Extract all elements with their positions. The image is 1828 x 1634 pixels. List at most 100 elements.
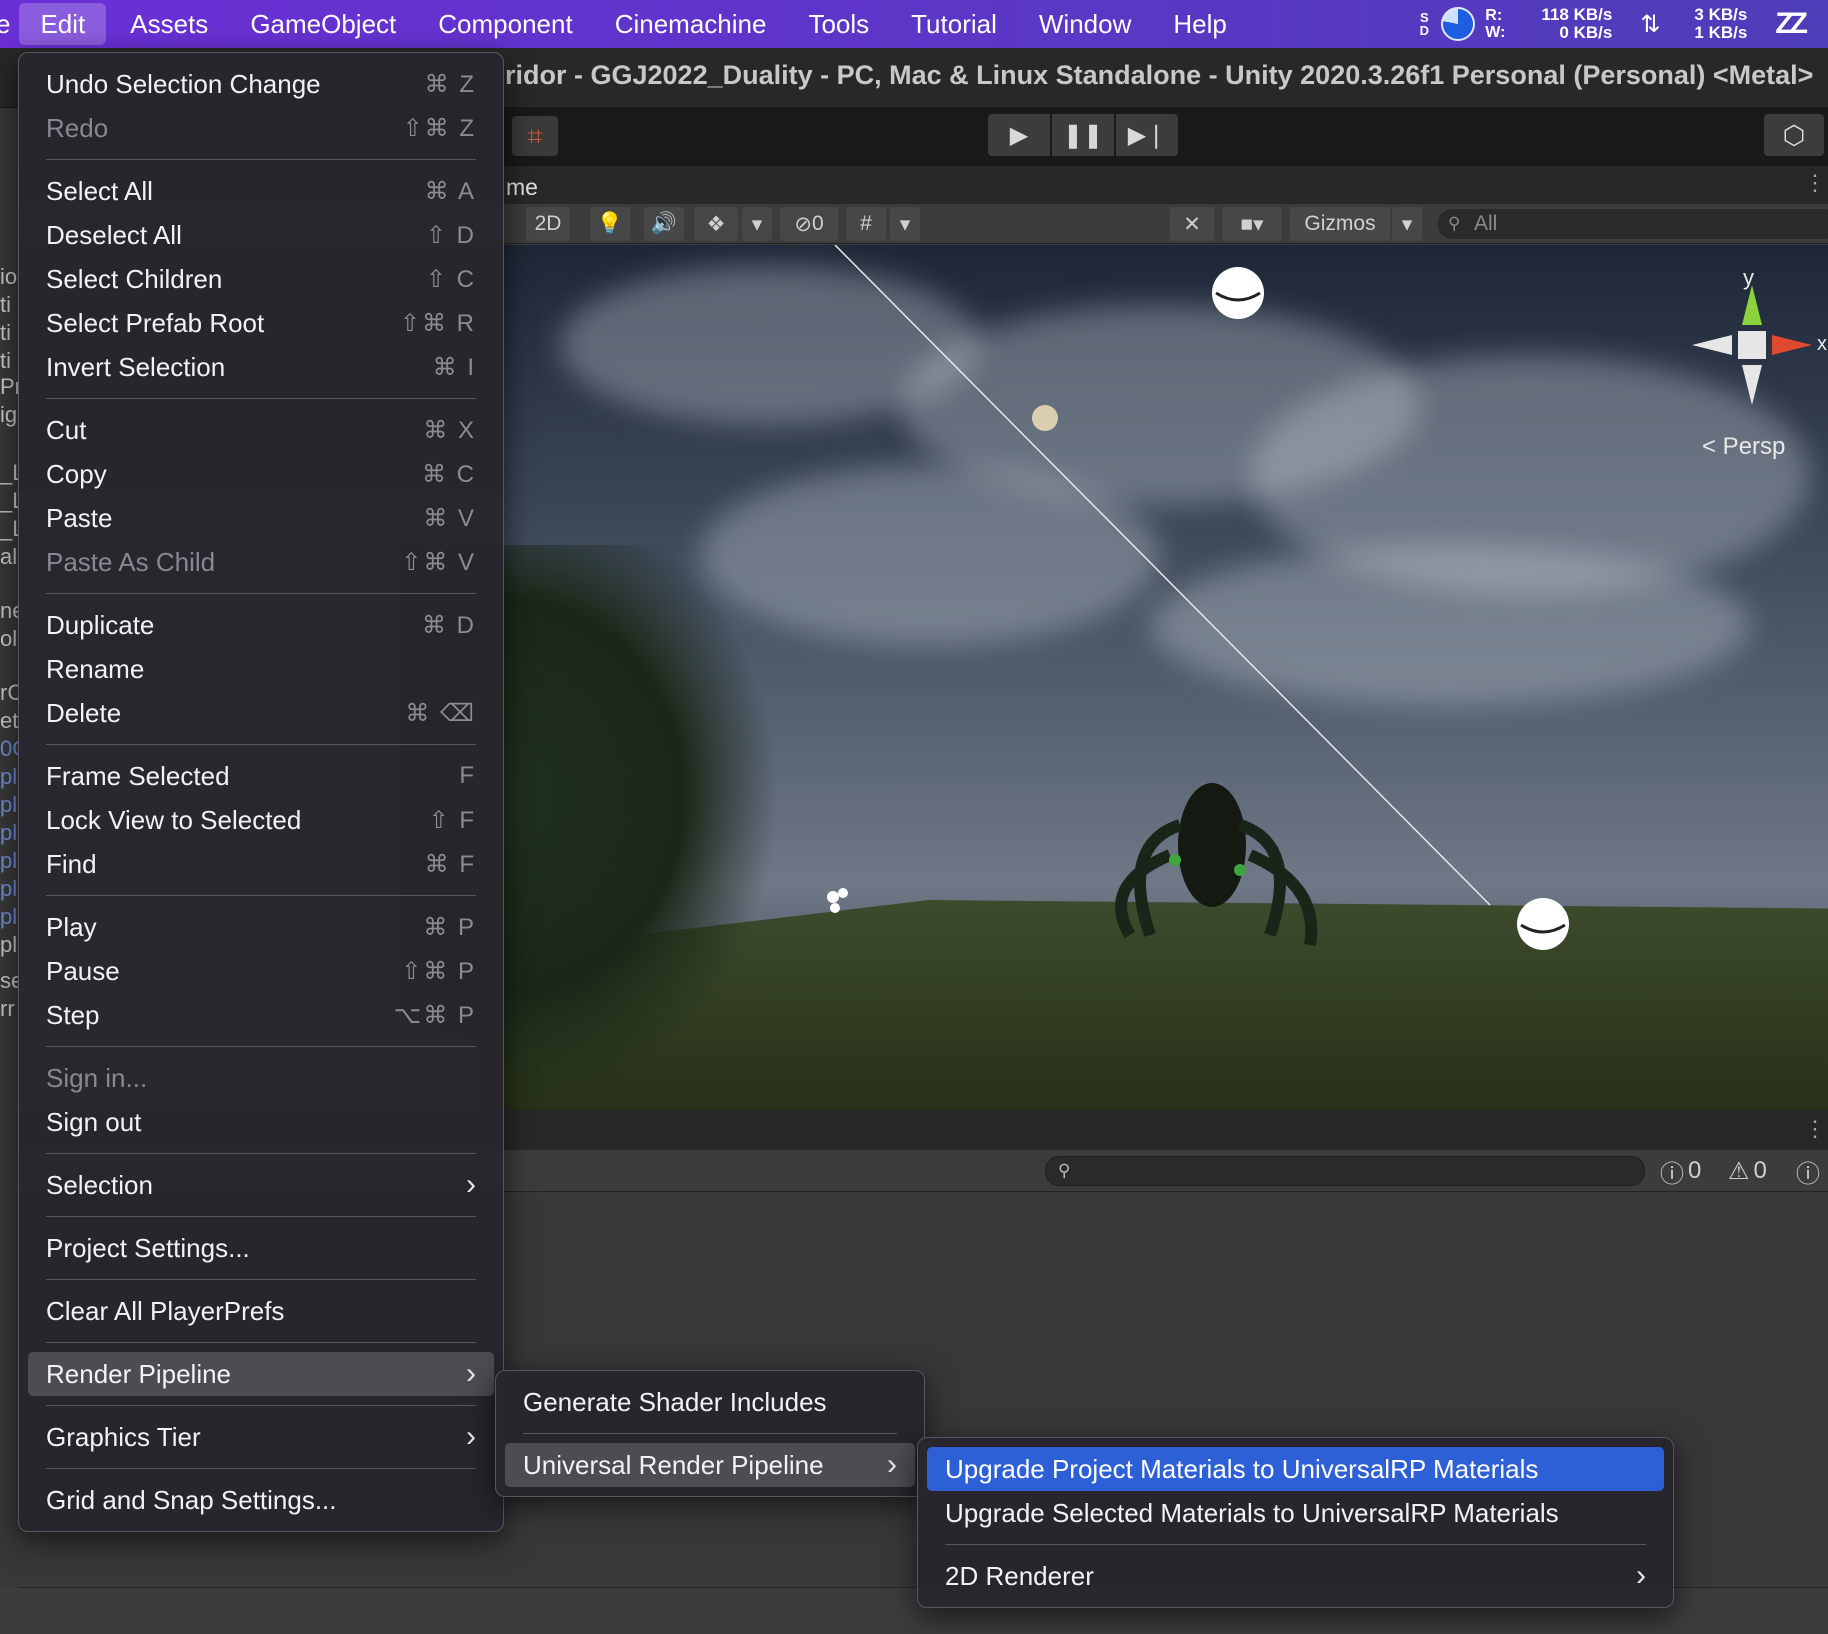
grid-dropdown-icon[interactable]: ▾: [890, 207, 920, 241]
audio-icon[interactable]: 🔊: [644, 207, 684, 241]
menu-item-invert-selection[interactable]: Invert Selection ⌘ I: [28, 345, 494, 389]
message-toggle[interactable]: ⓘ: [1796, 1156, 1820, 1188]
menu-item-undo-selection-change[interactable]: Undo Selection Change ⌘ Z: [28, 62, 494, 106]
hierarchy-item-fragment[interactable]: ig: [0, 402, 17, 428]
menu-item-project-settings[interactable]: Project Settings...: [28, 1226, 494, 1270]
hierarchy-item-fragment[interactable]: _L: [0, 516, 18, 542]
menu-item-delete[interactable]: Delete ⌘ ⌫: [28, 691, 494, 735]
error-count-toggle[interactable]: ⓘ 0: [1660, 1156, 1701, 1188]
menu-item-select-all[interactable]: Select All ⌘ A: [28, 169, 494, 213]
hierarchy-item-fragment[interactable]: io: [0, 264, 17, 290]
menu-item-deselect-all[interactable]: Deselect All ⇧ D: [28, 213, 494, 257]
hierarchy-item-fragment[interactable]: al: [0, 544, 17, 570]
menu-item-generate-shader-includes[interactable]: Generate Shader Includes: [505, 1380, 915, 1424]
menu-item-step[interactable]: Step ⌥⌘ P: [28, 993, 494, 1037]
menu-item-play[interactable]: Play ⌘ P: [28, 905, 494, 949]
menu-item-label: Redo: [46, 112, 109, 143]
shortcut-label: ⌘ P: [423, 913, 476, 941]
pause-button[interactable]: ❚❚: [1052, 114, 1114, 156]
hidden-objects-icon[interactable]: ⊘ 0: [780, 207, 838, 241]
menu-partial-file[interactable]: e: [0, 0, 16, 48]
hierarchy-item-fragment[interactable]: pl: [0, 848, 17, 874]
hierarchy-item-fragment[interactable]: pl: [0, 820, 17, 846]
menu-item-render-pipeline[interactable]: Render Pipeline ›: [28, 1352, 494, 1396]
hierarchy-item-fragment[interactable]: 0C: [0, 736, 18, 762]
lighting-icon[interactable]: 💡: [590, 207, 630, 241]
hierarchy-item-fragment[interactable]: se: [0, 968, 18, 994]
menu-cinemachine[interactable]: Cinemachine: [594, 0, 788, 48]
hierarchy-item-fragment[interactable]: pl: [0, 932, 17, 958]
grid-icon[interactable]: #: [846, 207, 886, 241]
message-icon: ⓘ: [1796, 1160, 1820, 1188]
scene-search-input[interactable]: ⚲ All: [1438, 209, 1828, 239]
menu-item-frame-selected[interactable]: Frame Selected F: [28, 754, 494, 798]
hierarchy-item-fragment[interactable]: ne: [0, 598, 18, 624]
hierarchy-item-fragment[interactable]: Pr: [0, 374, 18, 400]
hierarchy-item-fragment[interactable]: _L: [0, 460, 18, 486]
menu-tutorial[interactable]: Tutorial: [890, 0, 1018, 48]
hierarchy-item-fragment[interactable]: pl: [0, 904, 17, 930]
menu-component[interactable]: Component: [417, 0, 593, 48]
gizmos-button[interactable]: Gizmos: [1290, 207, 1390, 241]
menu-item-paste[interactable]: Paste ⌘ V: [28, 496, 494, 540]
hierarchy-item-fragment[interactable]: rr: [0, 996, 15, 1022]
menu-item-sign-out[interactable]: Sign out: [28, 1100, 494, 1144]
menu-item-grid-and-snap-settings[interactable]: Grid and Snap Settings...: [28, 1478, 494, 1522]
hierarchy-item-fragment[interactable]: rC: [0, 680, 18, 706]
menu-item-rename[interactable]: Rename: [28, 647, 494, 691]
hierarchy-item-fragment[interactable]: et: [0, 708, 18, 734]
perspective-toggle[interactable]: < Persp: [1702, 433, 1785, 461]
hierarchy-item-fragment[interactable]: _L: [0, 488, 18, 514]
menu-item-pause[interactable]: Pause ⇧⌘ P: [28, 949, 494, 993]
hierarchy-item-fragment[interactable]: ti: [0, 292, 11, 318]
hierarchy-item-fragment[interactable]: pl: [0, 876, 17, 902]
menu-help[interactable]: Help: [1152, 0, 1247, 48]
menu-item-duplicate[interactable]: Duplicate ⌘ D: [28, 603, 494, 647]
menu-tools[interactable]: Tools: [787, 0, 890, 48]
menu-edit[interactable]: Edit: [19, 3, 107, 45]
menu-assets[interactable]: Assets: [109, 0, 229, 48]
menu-item-copy[interactable]: Copy ⌘ C: [28, 452, 494, 496]
disk-rates[interactable]: 118 KB/s 0 KB/s: [1541, 6, 1612, 42]
macos-menu-bar: e Edit Assets GameObject Component Cinem…: [0, 0, 1828, 48]
network-rates[interactable]: 3 KB/s 1 KB/s: [1694, 6, 1747, 42]
warning-count-toggle[interactable]: ⚠ 0: [1728, 1156, 1767, 1186]
sleep-icon[interactable]: ZZ: [1775, 7, 1808, 41]
collab-icon[interactable]: ⬡: [1764, 114, 1824, 156]
menu-item-2d-renderer[interactable]: 2D Renderer ›: [927, 1554, 1664, 1598]
menu-item-cut[interactable]: Cut ⌘ X: [28, 408, 494, 452]
play-button[interactable]: ▶: [988, 114, 1050, 156]
menu-item-find[interactable]: Find ⌘ F: [28, 842, 494, 886]
hierarchy-item-fragment[interactable]: oll: [0, 626, 18, 652]
hierarchy-item-fragment[interactable]: ti: [0, 348, 11, 374]
console-search-input[interactable]: ⚲: [1045, 1156, 1645, 1186]
hierarchy-item-fragment[interactable]: ti: [0, 320, 11, 346]
mode-2d-toggle[interactable]: 2D: [526, 207, 570, 241]
scene-tab-label[interactable]: me: [506, 174, 538, 201]
step-button[interactable]: ▶❘: [1116, 114, 1178, 156]
tab-menu-icon[interactable]: ⋮: [1804, 170, 1826, 196]
menu-item-select-prefab-root[interactable]: Select Prefab Root ⇧⌘ R: [28, 301, 494, 345]
grid-snap-icon[interactable]: ⌗: [512, 116, 558, 156]
menu-item-upgrade-selected-materials-to-universalrp-materials[interactable]: Upgrade Selected Materials to UniversalR…: [927, 1491, 1664, 1535]
hierarchy-item-fragment[interactable]: pl: [0, 792, 17, 818]
menu-item-universal-render-pipeline[interactable]: Universal Render Pipeline ›: [505, 1443, 915, 1487]
hierarchy-item-fragment[interactable]: pl: [0, 764, 17, 790]
camera-icon[interactable]: ■▾: [1222, 207, 1282, 241]
menu-gameobject[interactable]: GameObject: [229, 0, 417, 48]
menu-item-lock-view-to-selected[interactable]: Lock View to Selected ⇧ F: [28, 798, 494, 842]
menu-item-graphics-tier[interactable]: Graphics Tier ›: [28, 1415, 494, 1459]
menu-item-label: Step: [46, 999, 100, 1030]
gizmos-dropdown-icon[interactable]: ▾: [1392, 207, 1422, 241]
menu-item-selection[interactable]: Selection ›: [28, 1163, 494, 1207]
shortcut-label: ⌘ I: [432, 353, 476, 381]
menu-item-clear-all-playerprefs[interactable]: Clear All PlayerPrefs: [28, 1289, 494, 1333]
effects-dropdown-icon[interactable]: ▾: [742, 207, 772, 241]
console-menu-icon[interactable]: ⋮: [1804, 1116, 1826, 1142]
menu-item-upgrade-project-materials-to-universalrp-materials[interactable]: Upgrade Project Materials to UniversalRP…: [927, 1447, 1664, 1491]
menu-item-select-children[interactable]: Select Children ⇧ C: [28, 257, 494, 301]
tools-icon[interactable]: ✕: [1170, 207, 1214, 241]
menu-window[interactable]: Window: [1018, 0, 1152, 48]
effects-icon[interactable]: ❖: [694, 207, 738, 241]
disk-usage-pie-icon[interactable]: [1441, 7, 1476, 41]
